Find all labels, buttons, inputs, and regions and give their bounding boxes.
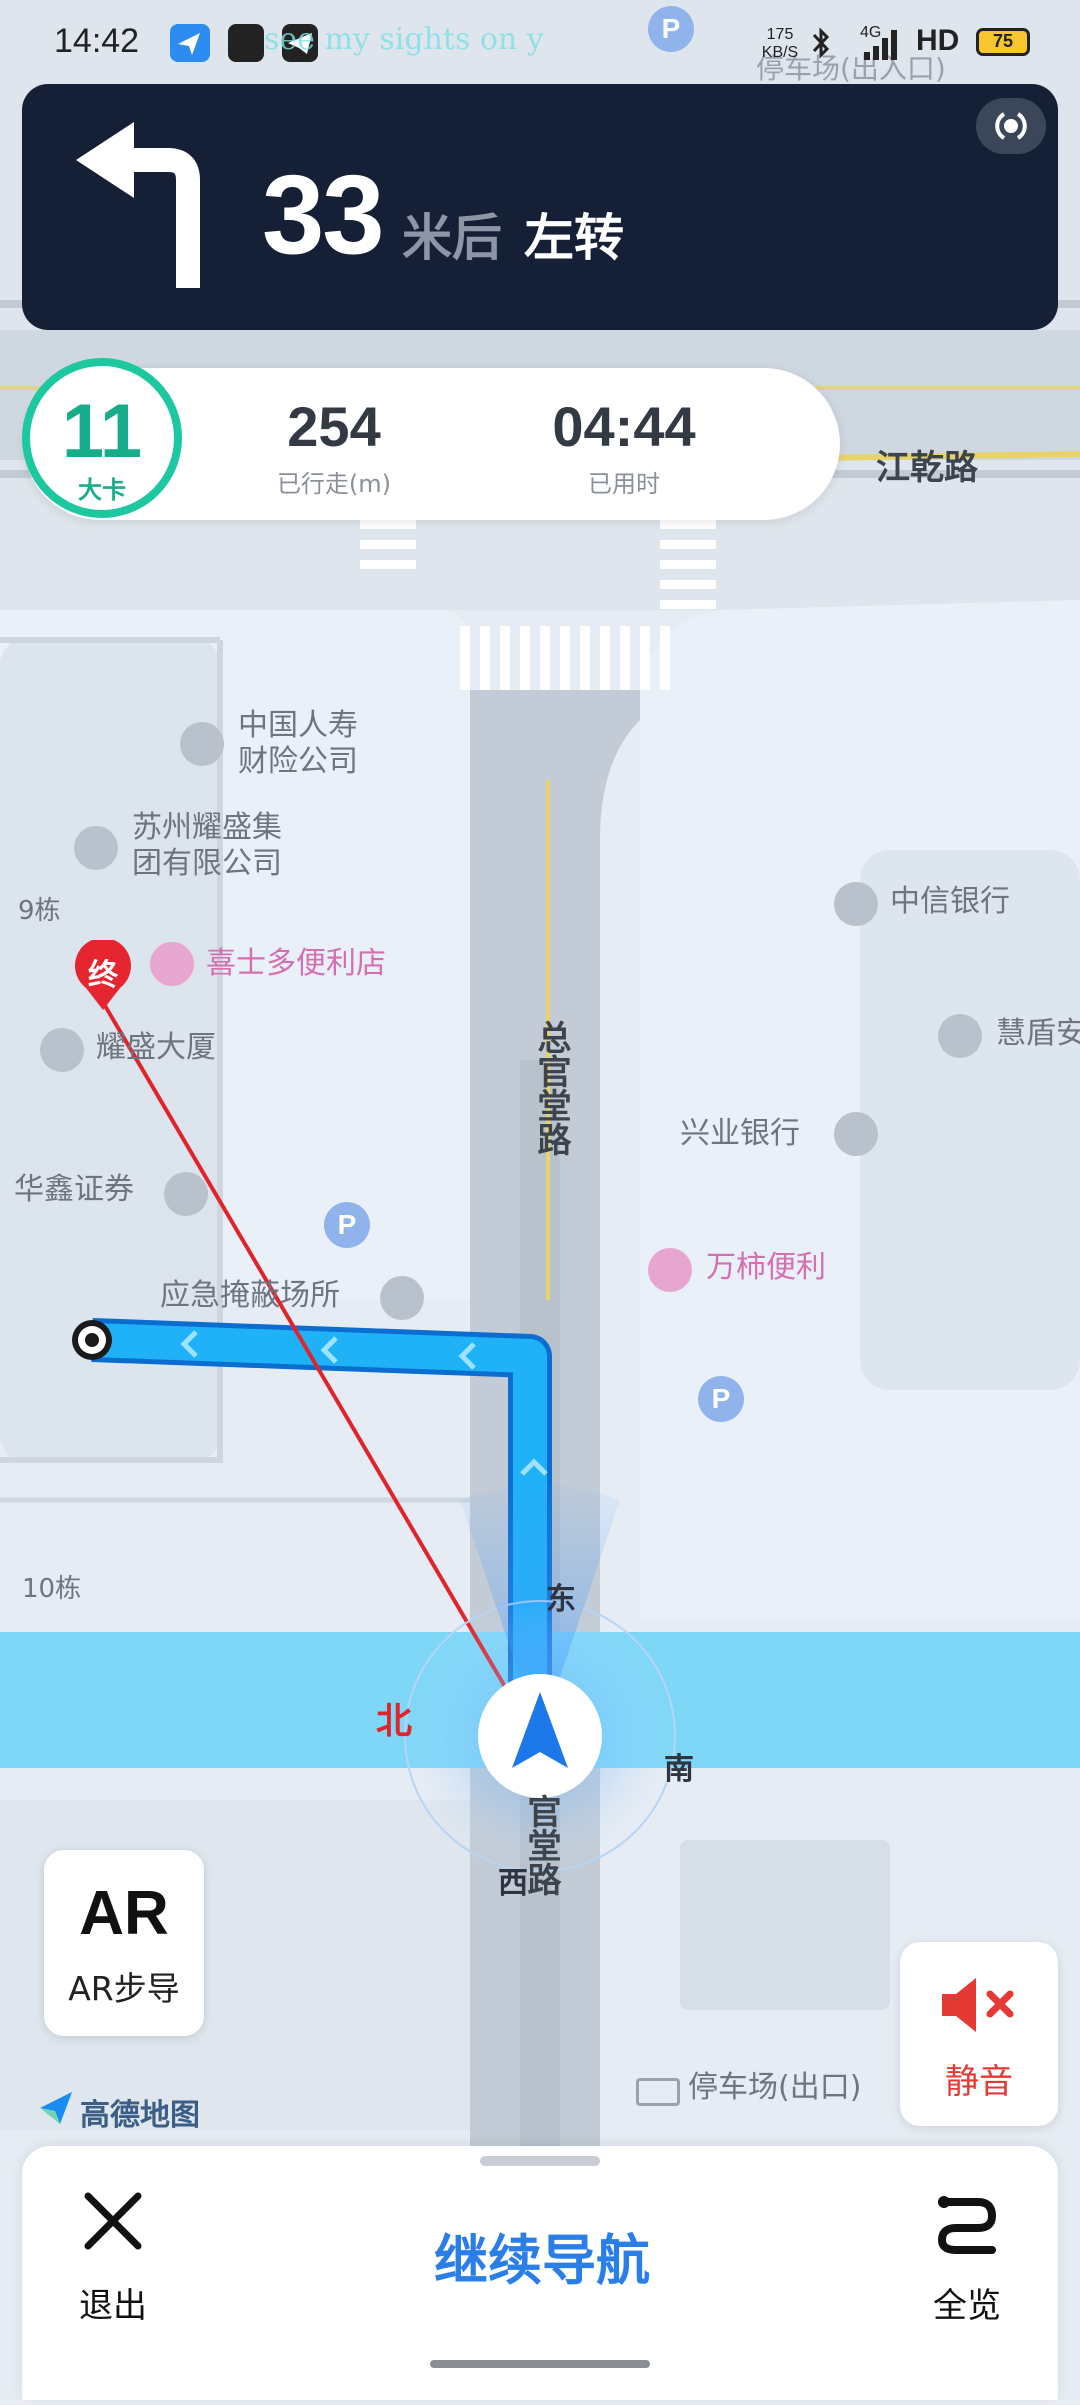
distance-traveled-value: 254 <box>287 395 381 458</box>
close-icon <box>82 2190 144 2252</box>
building-label: 9栋 <box>18 896 61 926</box>
poi-label[interactable]: 停车场(出口) <box>688 2070 861 2106</box>
exit-label: 退出 <box>79 2286 147 2326</box>
destination-pin-icon[interactable]: 终 <box>72 937 134 1012</box>
amap-logo-icon <box>40 2092 72 2124</box>
poi-label[interactable]: 万柿便利 <box>706 1250 826 1286</box>
drag-handle[interactable] <box>480 2156 600 2166</box>
poi-label[interactable]: 喜士多便利店 <box>206 946 386 982</box>
destination-marker-label: 终 <box>88 958 118 993</box>
poi-label[interactable]: 中信银行 <box>890 884 1010 920</box>
poi-label[interactable]: 应急掩蔽场所 <box>160 1278 340 1314</box>
route-overview-label: 全览 <box>933 2286 1001 2326</box>
poi-label[interactable]: 苏州耀盛集 团有限公司 <box>132 810 282 882</box>
navigation-app-icon <box>170 24 210 62</box>
signal-icon <box>862 28 900 60</box>
turn-distance: 33 <box>262 152 385 277</box>
network-speed: 175 KB/S <box>761 26 799 61</box>
parking-icon: P <box>698 1376 744 1422</box>
ar-title: AR <box>79 1879 169 1948</box>
elapsed-time-label: 已用时 <box>588 470 660 498</box>
route-overview-icon <box>932 2188 1002 2258</box>
compass-west-label: 西 <box>498 1866 528 1901</box>
ar-label: AR步导 <box>68 1969 180 2008</box>
parking-icon: P <box>324 1202 370 1248</box>
poi-label[interactable]: 慧盾安 <box>996 1016 1080 1052</box>
turn-instruction-card[interactable]: 33 米后 左转 <box>22 84 1058 330</box>
amap-logo-text: 高德地图 <box>80 2098 200 2133</box>
parking-gate-icon <box>636 2078 680 2106</box>
voice-broadcast-button[interactable] <box>976 98 1046 154</box>
mute-button[interactable]: 静音 <box>900 1942 1058 2126</box>
poi-label[interactable]: 耀盛大厦 <box>96 1030 216 1066</box>
poi-label[interactable]: 兴业银行 <box>680 1116 800 1152</box>
speed-indicator: 11 大卡 <box>22 358 182 518</box>
poi-icon <box>180 722 224 766</box>
building-label: 10栋 <box>22 1574 82 1604</box>
broadcast-icon <box>995 112 1027 140</box>
road-label: 总官堂路 <box>531 1020 571 1156</box>
compass-north-label: 北 <box>376 1701 413 1742</box>
poi-icon <box>164 1172 208 1216</box>
ar-walk-navigation-button[interactable]: AR AR步导 <box>44 1850 204 2036</box>
poi-icon <box>380 1276 424 1320</box>
bluetooth-icon <box>810 26 832 60</box>
speaker-muted-icon <box>936 1972 1022 2038</box>
compass-south-label: 南 <box>664 1752 694 1787</box>
distance-traveled-label: 已行走(m) <box>276 470 392 498</box>
poi-icon <box>40 1028 84 1072</box>
turn-left-arrow-icon <box>66 118 216 298</box>
turn-action: 左转 <box>524 209 624 267</box>
speed-value: 11 <box>61 389 143 474</box>
continue-navigation-label: 继续导航 <box>434 2229 650 2292</box>
continue-navigation-button[interactable]: 继续导航 <box>372 2194 712 2304</box>
turn-distance-unit: 米后 <box>402 209 502 267</box>
speed-unit: 大卡 <box>78 476 126 504</box>
poi-icon <box>834 882 878 926</box>
poi-icon <box>938 1014 982 1058</box>
elapsed-time-value: 04:44 <box>552 395 696 458</box>
status-bar: 14:42 see my sights on y 175 KB/S 4G HD … <box>0 0 1080 80</box>
status-time: 14:42 <box>54 22 140 60</box>
battery-level: 75 <box>992 31 1014 51</box>
shop-icon <box>150 942 194 986</box>
route-overview-button[interactable]: 全览 <box>902 2186 1032 2326</box>
battery-icon: 75 <box>976 28 1030 56</box>
compass-east-label: 东 <box>546 1582 576 1617</box>
home-indicator[interactable] <box>430 2360 650 2368</box>
status-overlay-text: see my sights on y <box>264 22 544 57</box>
poi-label[interactable]: 华鑫证券 <box>14 1172 134 1208</box>
poi-label[interactable]: 中国人寿 财险公司 <box>238 708 358 780</box>
game-controller-icon <box>228 24 264 62</box>
poi-icon <box>834 1112 878 1156</box>
exit-button[interactable]: 退出 <box>58 2186 168 2326</box>
hd-badge: HD <box>916 24 960 57</box>
mute-label: 静音 <box>945 2062 1013 2102</box>
road-label: 江乾路 <box>876 448 978 488</box>
poi-icon <box>74 826 118 870</box>
shop-icon <box>648 1248 692 1292</box>
